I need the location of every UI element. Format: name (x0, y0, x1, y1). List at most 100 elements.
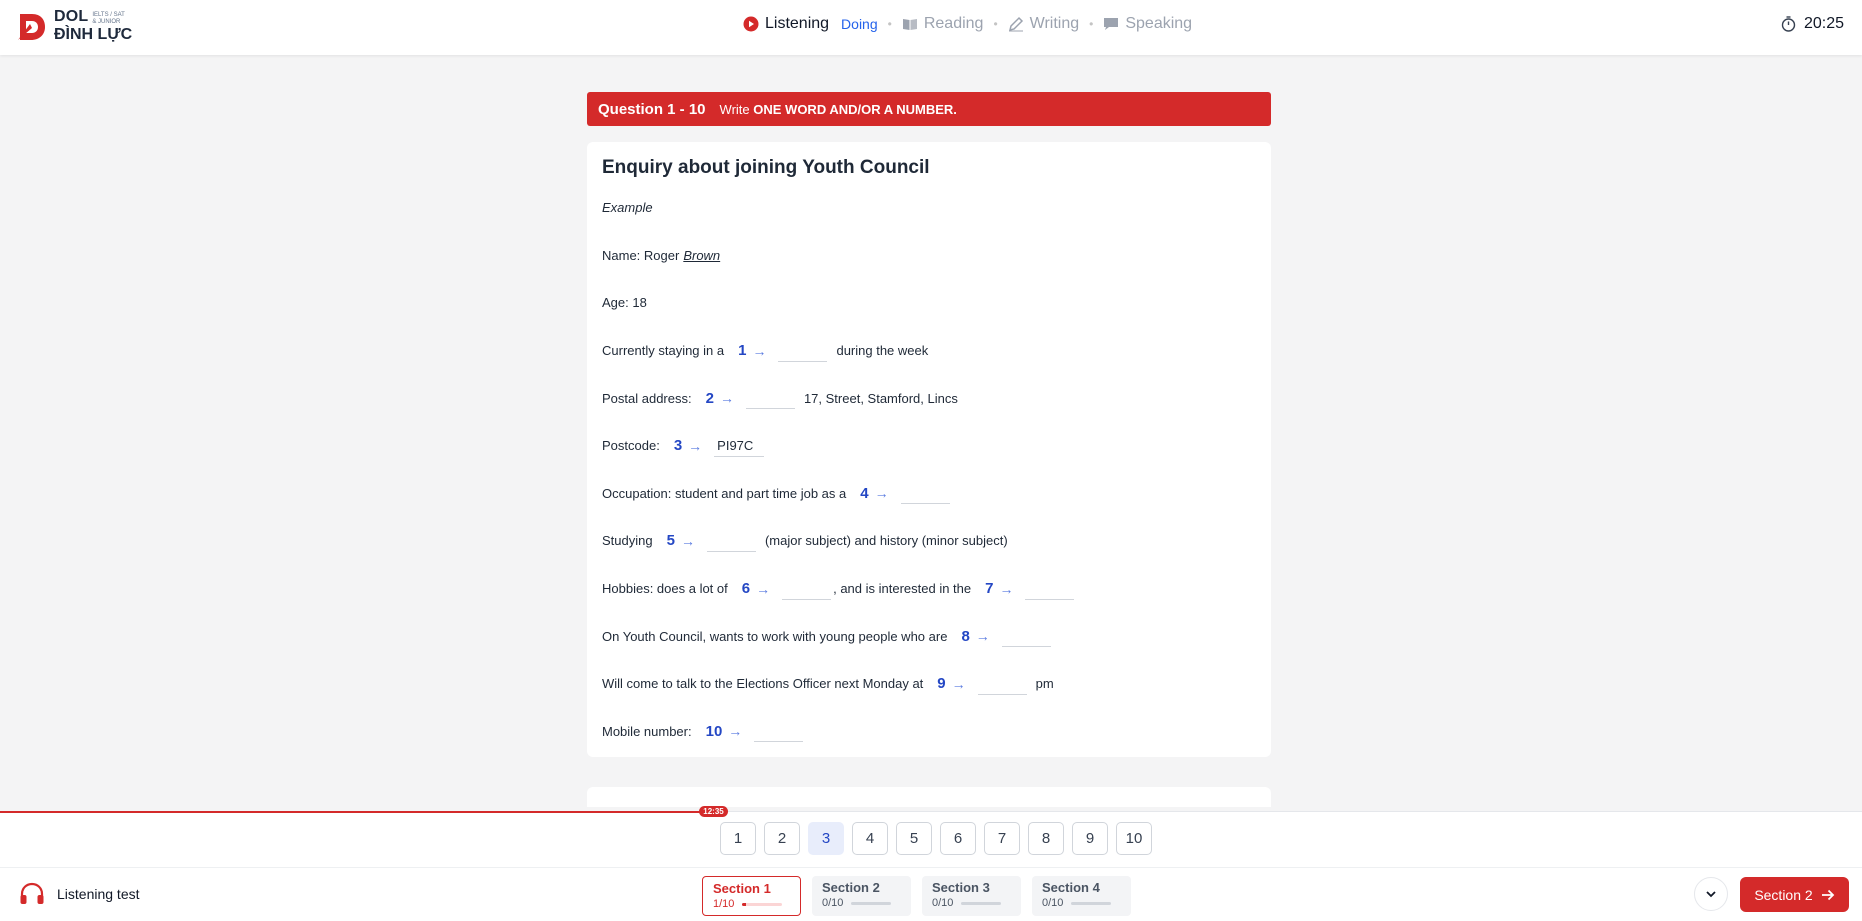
answer-5-input[interactable] (706, 530, 756, 552)
test-label-text: Listening test (57, 886, 140, 902)
section-title: Section 2 (822, 880, 880, 895)
section-2-tab[interactable]: Section 2 0/10 (812, 876, 911, 916)
section-progress-bar (742, 902, 783, 906)
section-1-tab[interactable]: Section 1 1/10 (702, 876, 801, 916)
section-progress-fill (742, 902, 747, 906)
question-8-line: On Youth Council, wants to work with you… (602, 612, 1256, 660)
age-text: Age: 18 (602, 295, 647, 311)
question-nav-button-10[interactable]: 10 (1116, 822, 1152, 855)
next-section-label: Section 2 (1754, 886, 1813, 903)
question-8-number[interactable]: 8 → (961, 628, 989, 645)
tab-writing[interactable]: Writing (1008, 15, 1080, 33)
tab-writing-label: Writing (1029, 15, 1080, 32)
audio-progress-track[interactable] (713, 811, 1862, 812)
answer-4-input[interactable] (900, 482, 950, 505)
tab-reading[interactable]: Reading (902, 15, 983, 33)
answer-7-input[interactable] (1025, 578, 1075, 600)
q3-number: 3 (673, 437, 683, 455)
q7-number: 7 (985, 580, 994, 598)
arrow-right-icon: → (728, 723, 743, 740)
q5-number: 5 (666, 532, 675, 550)
brand-tagline: IELTS / SAT & JUNIOR (92, 12, 124, 25)
play-circle-icon (743, 16, 759, 32)
headphones-icon (20, 882, 44, 904)
audio-time-badge[interactable]: 12:35 (699, 806, 728, 817)
name-prefix: Name: Roger (602, 247, 680, 263)
q8-text-before: On Youth Council, wants to work with you… (602, 628, 948, 644)
question-nav-button-7[interactable]: 7 (984, 822, 1020, 855)
question-3-line: Postcode: 3 → PI97C (602, 422, 1256, 470)
question-5-line: Studying 5 → (major subject) and history … (602, 517, 1256, 565)
brand-text: DOL IELTS / SAT & JUNIOR ĐÌNH LỰC (54, 9, 132, 43)
question-7-number[interactable]: 7 → (985, 580, 1013, 597)
arrow-right-icon: → (999, 580, 1014, 597)
q5-text-after: (major subject) and history (minor subje… (764, 533, 1008, 549)
separator-dot: • (887, 17, 892, 31)
answer-8-input[interactable] (1001, 625, 1051, 648)
question-header: Question 1 - 10 Write ONE WORD AND/OR A … (587, 92, 1271, 126)
tab-speaking[interactable]: Speaking (1103, 15, 1192, 33)
age-line: Age: 18 (602, 279, 1256, 327)
section-title: Section 4 (1042, 880, 1100, 895)
question-nav-button-6[interactable]: 6 (940, 822, 976, 855)
q4-number: 4 (860, 484, 869, 502)
answer-9-input[interactable] (977, 673, 1027, 695)
question-nav-button-9[interactable]: 9 (1072, 822, 1108, 855)
question-nav-button-2[interactable]: 2 (764, 822, 800, 855)
question-nav-button-8[interactable]: 8 (1028, 822, 1064, 855)
arrow-right-icon: → (680, 532, 695, 549)
question-nav-button-4[interactable]: 4 (852, 822, 888, 855)
answer-1-input[interactable] (778, 340, 828, 362)
arrow-right-icon: → (756, 580, 771, 597)
q10-text-before: Mobile number: (602, 723, 692, 739)
answer-10-input[interactable] (754, 720, 804, 743)
question-6-number[interactable]: 6 → (742, 580, 770, 597)
tab-listening[interactable]: Listening Doing (743, 15, 878, 33)
tab-speaking-label: Speaking (1125, 15, 1193, 32)
question-9-number[interactable]: 9 → (937, 675, 965, 692)
q8-number: 8 (961, 627, 970, 645)
separator-dot: • (1089, 17, 1094, 31)
collapse-button[interactable] (1694, 877, 1728, 911)
test-label: Listening test (19, 882, 140, 906)
question-4-number[interactable]: 4 → (860, 485, 888, 502)
section-4-tab[interactable]: Section 4 0/10 (1032, 876, 1131, 916)
question-10-number[interactable]: 10 → (706, 723, 743, 740)
section-title: Section 3 (932, 880, 990, 895)
next-card-peek (587, 787, 1271, 807)
name-line: Name: Roger Brown (602, 232, 1256, 280)
section-progress-bar (961, 901, 1002, 905)
next-section-button[interactable]: Section 2 (1740, 877, 1849, 912)
answer-2-input[interactable] (745, 387, 795, 410)
section-title: Section 1 (713, 881, 771, 896)
exam-timer: 20:25 (1781, 15, 1844, 33)
question-navigator: 1 2 3 4 5 6 7 8 9 10 (720, 822, 1152, 855)
q6-text-before: Hobbies: does a lot of (602, 581, 728, 597)
question-5-number[interactable]: 5 → (667, 532, 695, 549)
q5-text-before: Studying (602, 533, 653, 549)
question-nav-button-3[interactable]: 3 (808, 822, 844, 855)
question-nav-button-5[interactable]: 5 (896, 822, 932, 855)
section-count: 0/10 (932, 897, 954, 909)
timer-value: 20:25 (1803, 15, 1844, 32)
question-4-line: Occupation: student and part time job as… (602, 470, 1256, 518)
section-count: 0/10 (1042, 897, 1064, 909)
q1-text-before: Currently staying in a (602, 343, 725, 359)
q2-number: 2 (705, 389, 714, 407)
answer-6-input[interactable] (782, 578, 832, 600)
arrow-right-icon: → (752, 342, 767, 359)
brand-logo[interactable]: DOL IELTS / SAT & JUNIOR ĐÌNH LỰC (18, 9, 132, 43)
brand-tagline-2: & JUNIOR (92, 18, 121, 25)
q2-text-after: 17, Street, Stamford, Lincs (803, 390, 958, 406)
question-3-number[interactable]: 3 → (674, 437, 702, 454)
question-nav-button-1[interactable]: 1 (720, 822, 756, 855)
q2-text-before: Postal address: (602, 390, 692, 406)
section-tabs: Section 1 1/10 Section 2 0/10 Section 3 … (702, 876, 1131, 916)
q10-number: 10 (705, 722, 723, 740)
answer-3-input[interactable]: PI97C (714, 435, 765, 457)
section-3-tab[interactable]: Section 3 0/10 (922, 876, 1021, 916)
question-1-number[interactable]: 1 → (738, 342, 766, 359)
skill-tabs: Listening Doing • Reading • Writing • Sp… (743, 15, 1192, 33)
q1-text-after: during the week (836, 343, 929, 359)
question-2-number[interactable]: 2 → (706, 390, 734, 407)
